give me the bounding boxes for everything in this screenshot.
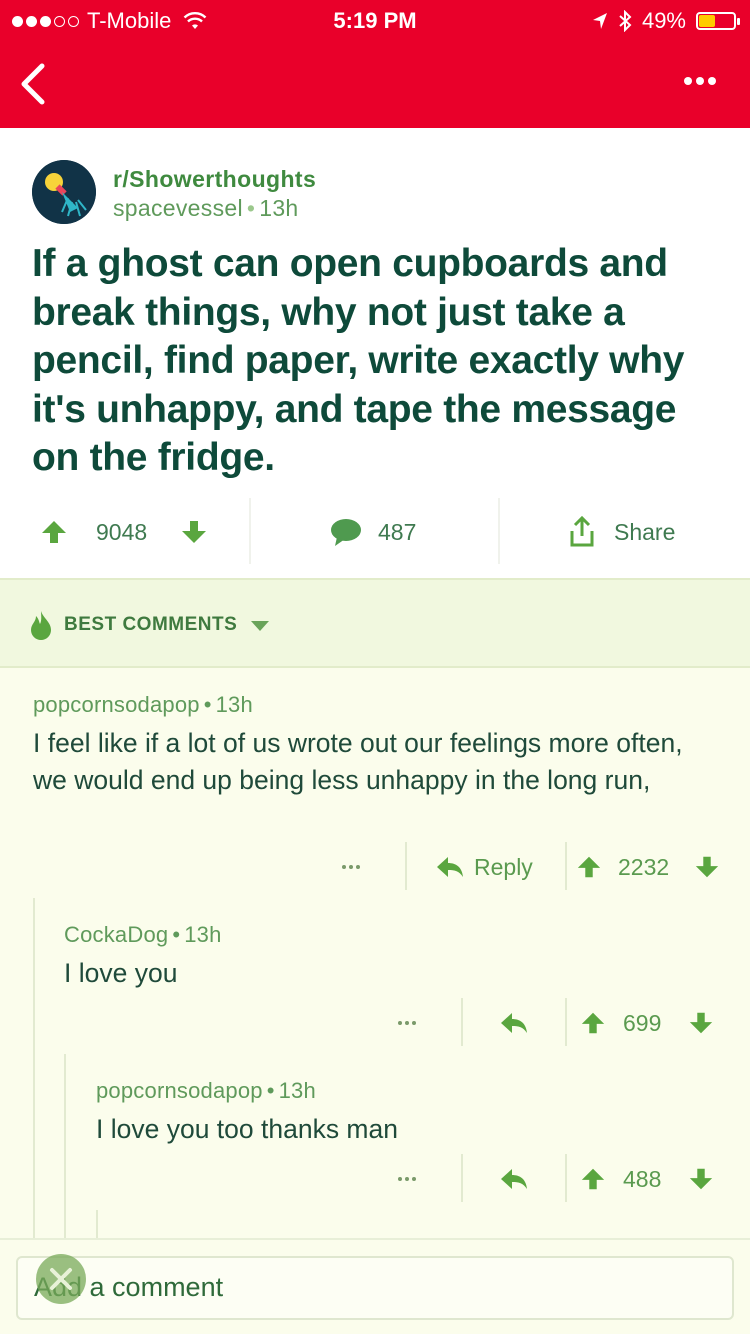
divider	[565, 998, 567, 1046]
post-score: 9048	[96, 518, 148, 545]
comment-author-line: CockaDog • 13h	[64, 922, 222, 947]
arrow-down-icon	[695, 856, 719, 878]
chevron-left-icon	[21, 63, 45, 105]
share-label: Share	[614, 518, 676, 545]
upvote-button[interactable]	[40, 498, 68, 566]
arrow-up-icon	[42, 521, 66, 543]
downvote-button[interactable]	[180, 498, 208, 566]
post-meta: spacevessel • 13h	[113, 195, 299, 222]
post-actions: 9048 487 Share	[0, 498, 750, 566]
add-comment-input[interactable]: Add a comment	[16, 1256, 734, 1320]
post-title: If a ghost can open cupboards and break …	[32, 242, 685, 479]
speech-bubble-icon	[331, 519, 361, 546]
close-icon	[50, 1268, 72, 1290]
arrow-up-icon	[581, 1168, 605, 1190]
comment-more-button[interactable]	[398, 998, 416, 1048]
divider	[565, 1154, 567, 1202]
share-icon	[570, 516, 594, 547]
more-dots-icon	[398, 1021, 416, 1025]
more-dots-icon	[342, 865, 360, 869]
divider	[405, 842, 407, 890]
thread-line	[64, 1054, 66, 1238]
arrow-down-icon	[182, 521, 206, 543]
back-button[interactable]	[14, 60, 54, 108]
comment-age: 13h	[278, 1078, 316, 1103]
post-author[interactable]: spacevessel	[113, 195, 243, 221]
reply-arrow-icon	[501, 1169, 527, 1189]
comment-upvote-button[interactable]	[580, 998, 606, 1048]
lightbulb-shower-icon	[32, 160, 96, 224]
comments-list: popcornsodapop • 13h I feel like if a lot …	[0, 668, 750, 1238]
arrow-up-icon	[581, 1012, 605, 1034]
reply-label: Reply	[474, 853, 533, 880]
reply-button[interactable]: Reply	[436, 842, 533, 892]
divider	[249, 498, 251, 564]
reply-arrow-icon	[437, 857, 463, 877]
comment-author[interactable]: popcornsodapop	[96, 1078, 263, 1103]
dismiss-button[interactable]	[36, 1254, 86, 1304]
flame-icon	[31, 611, 51, 640]
more-dots-icon	[398, 1177, 416, 1181]
more-options-button[interactable]	[680, 70, 720, 92]
comment-score: 2232	[618, 853, 670, 880]
comment-actions: Reply 2232	[0, 842, 750, 892]
comment-sort-bar[interactable]: BEST COMMENTS	[0, 578, 750, 668]
share-button[interactable]: Share	[568, 498, 675, 566]
thread-line	[96, 1210, 98, 1238]
subreddit-avatar[interactable]	[32, 160, 96, 224]
comment-downvote-button[interactable]	[694, 842, 720, 892]
comment-composer: Add a comment	[0, 1238, 750, 1334]
comment-downvote-button[interactable]	[688, 1154, 714, 1204]
comment-upvote-button[interactable]	[576, 842, 602, 892]
comment-body: I love you too thanks man	[96, 1114, 398, 1144]
comment-body: I feel like if a lot of us wrote out our…	[33, 728, 683, 795]
comment-score: 699	[623, 1009, 662, 1036]
app-header: T-Mobile 5:19 PM 49%	[0, 0, 750, 128]
more-dots-icon	[684, 77, 692, 85]
comment-author-line: popcornsodapop • 13h	[33, 692, 253, 717]
comment-author[interactable]: CockaDog	[64, 922, 168, 947]
arrow-up-icon	[577, 856, 601, 878]
comment-count: 487	[378, 518, 417, 545]
comment-age: 13h	[215, 692, 253, 717]
chevron-down-icon	[251, 621, 269, 631]
divider	[565, 842, 567, 890]
comment-score: 488	[623, 1165, 662, 1192]
post-age: 13h	[259, 195, 299, 221]
status-bar: T-Mobile 5:19 PM 49%	[0, 0, 750, 40]
divider	[498, 498, 500, 564]
divider	[461, 998, 463, 1046]
arrow-down-icon	[689, 1168, 713, 1190]
location-icon	[592, 13, 607, 29]
comment-age: 13h	[184, 922, 222, 947]
reply-button[interactable]	[500, 998, 528, 1048]
post-card: r/Showerthoughts spacevessel • 13h If a gh…	[0, 128, 750, 578]
reply-button[interactable]	[500, 1154, 528, 1204]
comment-actions: 488	[0, 1154, 750, 1204]
subreddit-name[interactable]: r/Showerthoughts	[113, 166, 316, 193]
arrow-down-icon	[689, 1012, 713, 1034]
divider	[461, 1154, 463, 1202]
comment-actions: 699	[0, 998, 750, 1048]
comment-body: I love you	[64, 958, 178, 988]
battery-percent: 49%	[641, 8, 686, 33]
reply-arrow-icon	[501, 1013, 527, 1033]
bluetooth-icon	[619, 10, 632, 32]
comment-upvote-button[interactable]	[580, 1154, 606, 1204]
meta-separator: •	[246, 195, 256, 221]
comment-more-button[interactable]	[398, 1154, 416, 1204]
comment-more-button[interactable]	[342, 842, 360, 892]
comment-author-line: popcornsodapop • 13h	[96, 1078, 316, 1103]
system-indicators: 49%	[592, 8, 740, 34]
battery-icon	[696, 12, 740, 30]
comments-button[interactable]: 487	[330, 498, 416, 566]
comment-author[interactable]: popcornsodapop	[33, 692, 200, 717]
comment-downvote-button[interactable]	[688, 998, 714, 1048]
sort-label: BEST COMMENTS	[64, 614, 238, 635]
